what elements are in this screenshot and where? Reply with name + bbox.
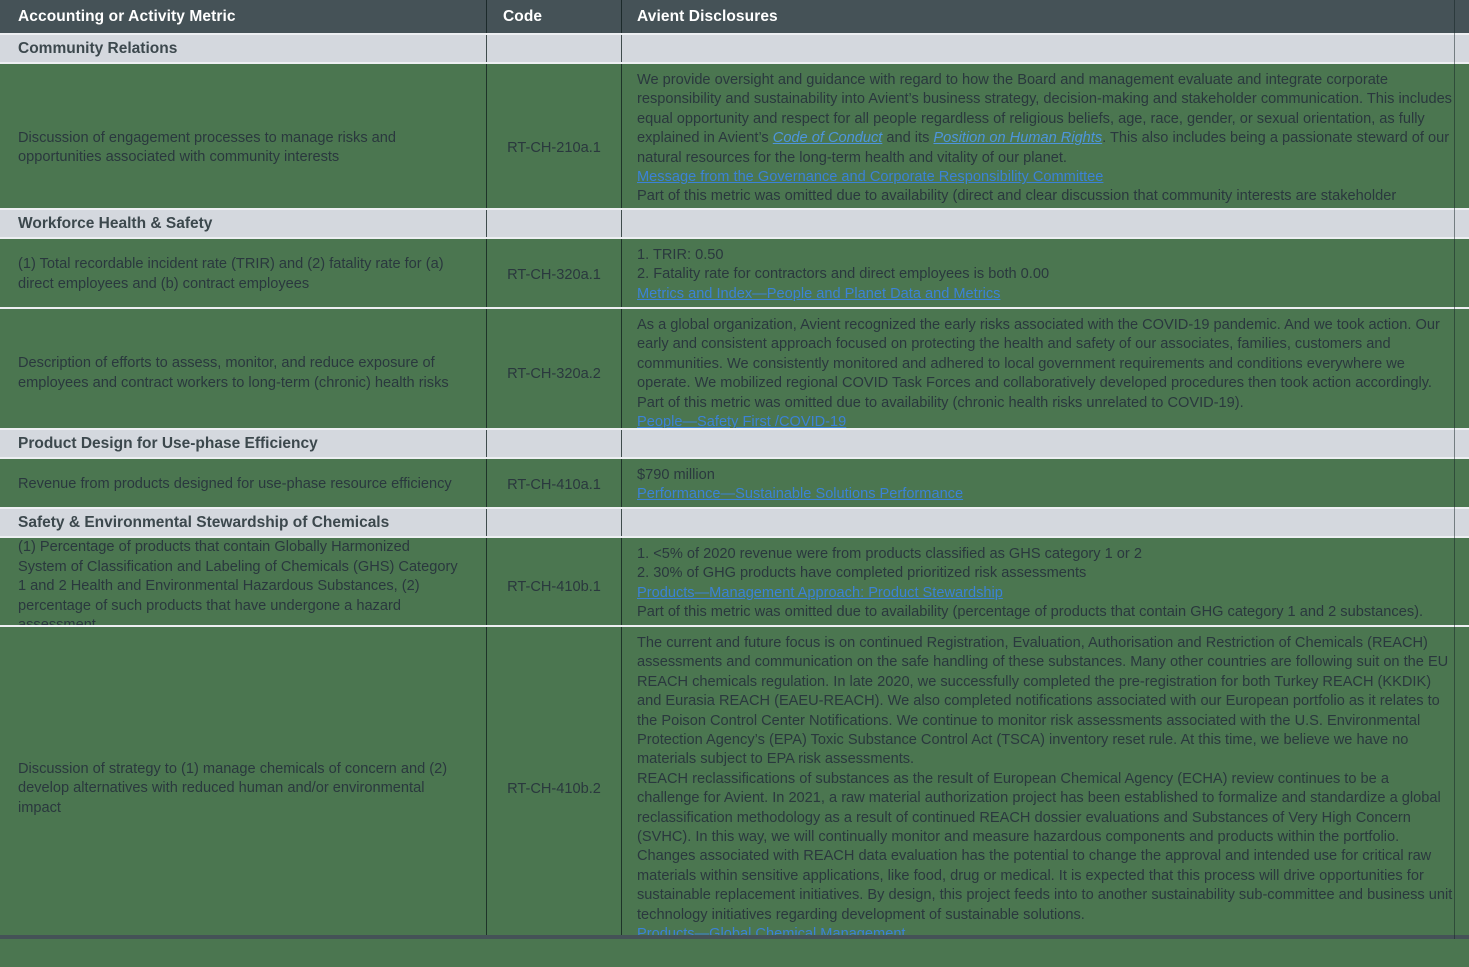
metric-cell: Discussion of strategy to (1) manage che… bbox=[0, 627, 486, 951]
table-row-rt-ch-410b2: Discussion of strategy to (1) manage che… bbox=[0, 625, 1469, 935]
disclosure-text: 1. <5% of 2020 revenue were from product… bbox=[637, 546, 1142, 562]
metric-cell: (1) Total recordable incident rate (TRIR… bbox=[0, 239, 486, 310]
disclosure-note: Part of this metric was omitted due to a… bbox=[637, 603, 1453, 622]
metrics-and-index-link[interactable]: Metrics and Index—People and Planet Data… bbox=[637, 286, 1000, 302]
table-row-rt-ch-410b1: (1) Percentage of products that contain … bbox=[0, 536, 1469, 625]
section-code-cell bbox=[486, 35, 621, 62]
metric-cell: Revenue from products designed for use-p… bbox=[0, 459, 486, 511]
disclosure-text: As a global organization, Avient recogni… bbox=[637, 317, 1440, 391]
code-cell: RT-CH-410b.1 bbox=[486, 538, 621, 636]
header-code-label: Code bbox=[503, 8, 542, 26]
code-text: RT-CH-410b.1 bbox=[507, 579, 601, 595]
disclosure-cell: As a global organization, Avient recogni… bbox=[621, 309, 1469, 438]
section-row-product-design: Product Design for Use-phase Efficiency bbox=[0, 428, 1469, 457]
code-cell: RT-CH-210a.1 bbox=[486, 64, 621, 232]
section-title-cell: Safety & Environmental Stewardship of Ch… bbox=[0, 509, 486, 536]
section-disclosure-cell bbox=[621, 35, 1469, 62]
section-title-cell: Product Design for Use-phase Efficiency bbox=[0, 430, 486, 457]
section-row-community-relations: Community Relations bbox=[0, 33, 1469, 62]
disclosure-text: Changes associated with REACH data evalu… bbox=[637, 848, 1452, 922]
section-code-cell bbox=[486, 430, 621, 457]
table-row-rt-ch-320a1: (1) Total recordable incident rate (TRIR… bbox=[0, 237, 1469, 307]
metric-cell: Description of efforts to assess, monito… bbox=[0, 309, 486, 438]
code-cell: RT-CH-320a.1 bbox=[486, 239, 621, 310]
metric-text: Revenue from products designed for use-p… bbox=[18, 475, 452, 495]
disclosure-text: $790 million bbox=[637, 467, 715, 483]
disclosure-text: The current and future focus is on conti… bbox=[637, 635, 1448, 767]
code-text: RT-CH-210a.1 bbox=[507, 140, 601, 156]
table-row-rt-ch-320a2: Description of efforts to assess, monito… bbox=[0, 307, 1469, 428]
metric-text: Discussion of strategy to (1) manage che… bbox=[18, 760, 460, 819]
section-disclosure-cell bbox=[621, 210, 1469, 237]
disclosure-line: 2. 30% of GHG products have completed pr… bbox=[637, 564, 1453, 583]
code-cell: RT-CH-410a.1 bbox=[486, 459, 621, 511]
disclosure-text: and its bbox=[882, 130, 933, 146]
position-on-human-rights-link[interactable]: Position on Human Rights bbox=[933, 130, 1102, 146]
section-disclosure-cell bbox=[621, 430, 1469, 457]
disclosure-cell: 1. TRIR: 0.50 2. Fatality rate for contr… bbox=[621, 239, 1469, 310]
section-row-workforce-health-safety: Workforce Health & Safety bbox=[0, 208, 1469, 237]
disclosure-cell: $790 million Performance—Sustainable Sol… bbox=[621, 459, 1469, 511]
disclosure-text: 2. 30% of GHG products have completed pr… bbox=[637, 565, 1086, 581]
metric-cell: Discussion of engagement processes to ma… bbox=[0, 64, 486, 232]
table-row-rt-ch-410a1: Revenue from products designed for use-p… bbox=[0, 457, 1469, 507]
disclosure-link-line: Performance—Sustainable Solutions Perfor… bbox=[637, 485, 1453, 504]
code-cell: RT-CH-320a.2 bbox=[486, 309, 621, 438]
metric-text: (1) Percentage of products that contain … bbox=[18, 538, 460, 636]
partial-next-row bbox=[0, 939, 1469, 967]
section-code-cell bbox=[486, 509, 621, 536]
section-disclosure-cell bbox=[621, 509, 1469, 536]
disclosure-paragraph: Changes associated with REACH data evalu… bbox=[637, 847, 1453, 925]
product-stewardship-link[interactable]: Products—Management Approach: Product St… bbox=[637, 585, 1003, 601]
disclosure-line: 1. TRIR: 0.50 bbox=[637, 246, 1453, 265]
section-title: Workforce Health & Safety bbox=[18, 215, 212, 233]
disclosure-note: Part of this metric was omitted due to a… bbox=[637, 394, 1453, 413]
code-text: RT-CH-410b.2 bbox=[507, 781, 601, 797]
section-title: Community Relations bbox=[18, 40, 177, 58]
disclosure-link-line: Products—Management Approach: Product St… bbox=[637, 584, 1453, 603]
code-of-conduct-link[interactable]: Code of Conduct bbox=[773, 130, 883, 146]
code-text: RT-CH-410a.1 bbox=[507, 477, 601, 493]
disclosure-link-line: Message from the Governance and Corporat… bbox=[637, 168, 1453, 187]
disclosure-paragraph: REACH reclassifications of substances as… bbox=[637, 770, 1453, 848]
sasb-disclosure-table-page: Accounting or Activity Metric Code Avien… bbox=[0, 0, 1469, 967]
sustainable-solutions-performance-link[interactable]: Performance—Sustainable Solutions Perfor… bbox=[637, 486, 963, 502]
disclosure-cell: We provide oversight and guidance with r… bbox=[621, 64, 1469, 232]
metric-text: Discussion of engagement processes to ma… bbox=[18, 129, 460, 168]
disclosure-text: Part of this metric was omitted due to a… bbox=[637, 395, 1244, 411]
section-code-cell bbox=[486, 210, 621, 237]
table-header-row: Accounting or Activity Metric Code Avien… bbox=[0, 0, 1469, 33]
section-title-cell: Community Relations bbox=[0, 35, 486, 62]
disclosure-line: $790 million bbox=[637, 466, 1453, 485]
metric-text: (1) Total recordable incident rate (TRIR… bbox=[18, 255, 460, 294]
metric-text: Description of efforts to assess, monito… bbox=[18, 354, 460, 393]
metric-cell: (1) Percentage of products that contain … bbox=[0, 538, 486, 636]
disclosure-paragraph: We provide oversight and guidance with r… bbox=[637, 71, 1453, 168]
section-title-cell: Workforce Health & Safety bbox=[0, 210, 486, 237]
disclosure-paragraph: As a global organization, Avient recogni… bbox=[637, 316, 1453, 394]
table-row-rt-ch-210a1: Discussion of engagement processes to ma… bbox=[0, 62, 1469, 208]
disclosure-text: Part of this metric was omitted due to a… bbox=[637, 604, 1423, 620]
disclosure-line: 1. <5% of 2020 revenue were from product… bbox=[637, 545, 1453, 564]
disclosure-cell: The current and future focus is on conti… bbox=[621, 627, 1469, 951]
section-title: Product Design for Use-phase Efficiency bbox=[18, 435, 318, 453]
section-title: Safety & Environmental Stewardship of Ch… bbox=[18, 514, 389, 532]
header-cell-disclosures: Avient Disclosures bbox=[621, 0, 1469, 33]
disclosure-paragraph: The current and future focus is on conti… bbox=[637, 634, 1453, 770]
code-text: RT-CH-320a.2 bbox=[507, 366, 601, 382]
section-row-chemical-stewardship: Safety & Environmental Stewardship of Ch… bbox=[0, 507, 1469, 536]
code-text: RT-CH-320a.1 bbox=[507, 267, 601, 283]
header-cell-code: Code bbox=[486, 0, 621, 33]
disclosure-text: 1. TRIR: 0.50 bbox=[637, 247, 724, 263]
header-metric-label: Accounting or Activity Metric bbox=[18, 8, 236, 26]
disclosure-line: 2. Fatality rate for contractors and dir… bbox=[637, 265, 1453, 284]
header-disclosures-label: Avient Disclosures bbox=[637, 8, 778, 26]
disclosure-text: REACH reclassifications of substances as… bbox=[637, 771, 1441, 845]
disclosure-link-line: Metrics and Index—People and Planet Data… bbox=[637, 285, 1453, 304]
disclosure-cell: 1. <5% of 2020 revenue were from product… bbox=[621, 538, 1469, 636]
governance-committee-message-link[interactable]: Message from the Governance and Corporat… bbox=[637, 169, 1103, 185]
disclosure-text: 2. Fatality rate for contractors and dir… bbox=[637, 266, 1049, 282]
code-cell: RT-CH-410b.2 bbox=[486, 627, 621, 951]
header-cell-metric: Accounting or Activity Metric bbox=[0, 0, 486, 33]
